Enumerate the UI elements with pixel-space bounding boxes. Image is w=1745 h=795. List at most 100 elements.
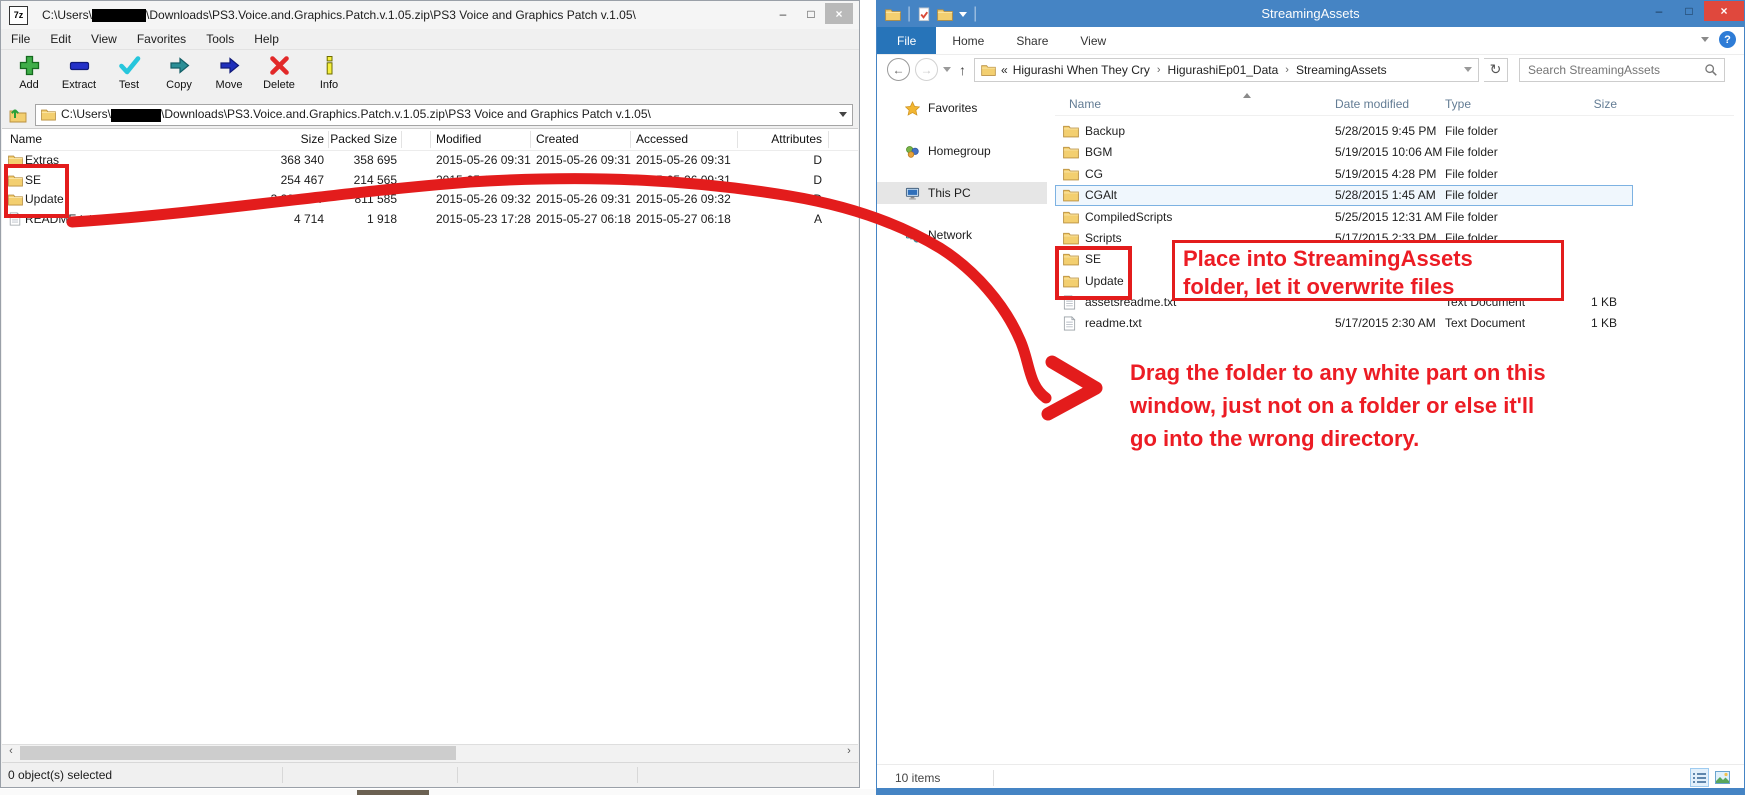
tab-file[interactable]: File [877,27,936,54]
expand-ribbon-icon[interactable] [1701,37,1709,42]
file-modified: 2015-05-26 09:31 [436,153,531,167]
file-type: File folder [1445,167,1498,181]
scroll-left-icon[interactable]: ‹ [3,745,19,757]
sevenzip-status-bar: 0 object(s) selected [2,762,858,787]
extract-icon [67,53,92,78]
menu-tools[interactable]: Tools [206,32,234,46]
add-button[interactable]: Add [9,51,49,101]
sidebar-item-this-pc[interactable]: This PC [877,182,1047,204]
sevenzip-titlebar[interactable]: 7z C:\Users\\Downloads\PS3.Voice.and.Gra… [1,1,859,29]
refresh-button[interactable]: ↻ [1484,58,1508,82]
search-box[interactable] [1519,58,1725,82]
address-dropdown-icon[interactable] [1464,67,1472,72]
file-name: Backup [1085,124,1125,138]
tab-home[interactable]: Home [936,27,1000,54]
search-icon[interactable] [1704,63,1718,77]
sidebar-item-network[interactable]: Network [877,224,1047,246]
sevenzip-title-text: C:\Users\\Downloads\PS3.Voice.and.Graphi… [42,8,636,22]
crumb-overflow[interactable]: « [1001,63,1008,77]
close-button[interactable]: × [825,3,853,24]
column-name[interactable]: Name [10,132,42,146]
table-row[interactable]: readme.txt 5/17/2015 2:30 AM Text Docume… [1055,313,1734,334]
close-button[interactable]: × [1704,1,1744,21]
annotation-text: go into the wrong directory. [1130,422,1546,455]
sevenzip-file-list: Name Size Packed Size Modified Created A… [2,128,858,744]
scrollbar-thumb[interactable] [20,746,456,760]
sevenzip-app-icon: 7z [9,6,28,25]
delete-button[interactable]: Delete [259,51,299,101]
details-view-button[interactable] [1690,768,1709,787]
homegroup-icon [905,144,920,159]
file-accessed: 2015-05-26 09:32 [636,192,731,206]
column-type[interactable]: Type [1445,97,1471,111]
table-row[interactable]: README.txt 4 714 1 918 2015-05-23 17:28 … [2,210,858,229]
breadcrumb-item[interactable]: StreamingAssets [1296,63,1387,77]
column-accessed[interactable]: Accessed [636,132,688,146]
taskbar-app-icon[interactable] [357,790,429,795]
breadcrumb-item[interactable]: Higurashi When They Cry [1013,63,1150,77]
column-headers: Name Date modified Type Size [1055,93,1734,116]
menu-help[interactable]: Help [254,32,279,46]
extract-button[interactable]: Extract [59,51,99,101]
menu-file[interactable]: File [11,32,30,46]
items-count: 10 items [895,771,940,785]
minimize-button[interactable]: – [769,3,797,24]
breadcrumb-item[interactable]: HigurashiEp01_Data [1168,63,1279,77]
sidebar-item-homegroup[interactable]: Homegroup [877,140,1047,162]
table-row-selected[interactable]: CGAlt 5/28/2015 1:45 AM File folder [1055,185,1734,206]
column-size[interactable]: Size [1541,97,1617,111]
column-created[interactable]: Created [536,132,579,146]
minimize-button[interactable]: – [1644,1,1674,21]
table-row[interactable]: SE 254 467 214 565 2015-05-26 09:31 2015… [2,171,858,190]
menu-view[interactable]: View [91,32,117,46]
sidebar-item-favorites[interactable]: Favorites [877,97,1047,119]
file-type: File folder [1445,124,1498,138]
column-packed-size[interactable]: Packed Size [322,132,397,146]
file-packed-size: 358 695 [322,153,397,167]
help-icon[interactable]: ? [1719,31,1736,48]
file-size: 368 340 [207,153,324,167]
up-folder-button[interactable] [7,104,29,126]
table-row[interactable]: Backup 5/28/2015 9:45 PM File folder [1055,121,1734,142]
redaction-box [111,109,161,122]
test-button[interactable]: Test [109,51,149,101]
sidebar-item-label: This PC [928,186,971,200]
menu-edit[interactable]: Edit [50,32,71,46]
file-date: 5/19/2015 4:28 PM [1335,167,1436,181]
column-date-modified[interactable]: Date modified [1335,97,1409,111]
table-row[interactable]: CompiledScripts 5/25/2015 12:31 AM File … [1055,207,1734,228]
info-button[interactable]: Info [309,51,349,101]
file-created: 2015-05-26 09:31 [536,192,631,206]
back-button[interactable]: ← [887,58,910,81]
maximize-button[interactable]: □ [1674,1,1704,21]
search-input[interactable] [1526,62,1704,78]
tab-share[interactable]: Share [1000,27,1064,54]
chevron-down-icon[interactable] [839,112,847,117]
annotation-text: window, just not on a folder or else it'… [1130,389,1546,422]
explorer-titlebar[interactable]: | | StreamingAssets – □ × [877,1,1744,27]
table-row[interactable]: Update 3 896 737 811 585 2015-05-26 09:3… [2,190,858,209]
menu-favorites[interactable]: Favorites [137,32,186,46]
scroll-right-icon[interactable]: › [841,745,857,757]
table-row[interactable]: BGM 5/19/2015 10:06 AM File folder [1055,142,1734,163]
address-bar[interactable]: « Higurashi When They Cry › HigurashiEp0… [974,58,1479,82]
maximize-button[interactable]: □ [797,3,825,24]
horizontal-scrollbar[interactable]: ‹ › [2,744,858,762]
move-button[interactable]: Move [209,51,249,101]
recent-locations-icon[interactable] [943,67,951,72]
thumbnail-view-button[interactable] [1713,768,1732,787]
column-modified[interactable]: Modified [436,132,481,146]
address-combobox[interactable]: C:\Users\\Downloads\PS3.Voice.and.Graphi… [35,104,853,126]
tab-view[interactable]: View [1064,27,1122,54]
column-size[interactable]: Size [207,132,324,146]
column-attributes[interactable]: Attributes [742,132,822,146]
copy-button[interactable]: Copy [159,51,199,101]
column-name[interactable]: Name [1069,97,1101,111]
forward-button[interactable]: → [915,58,938,81]
table-row[interactable]: Extras 368 340 358 695 2015-05-26 09:31 … [2,151,858,170]
file-attributes: A [742,212,822,226]
file-modified: 2015-05-26 09:32 [436,192,531,206]
up-button[interactable]: ↑ [956,62,969,78]
table-row[interactable]: CG 5/19/2015 4:28 PM File folder [1055,164,1734,185]
ribbon-tabs: File Home Share View [877,27,1744,55]
